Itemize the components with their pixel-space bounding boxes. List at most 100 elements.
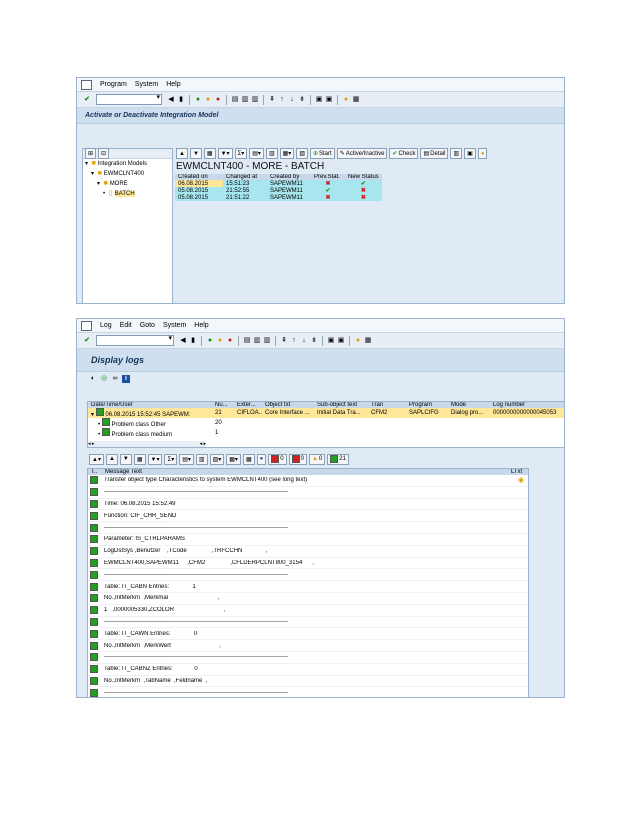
message-row[interactable]: Table: IT_CABN Entries: 1 [88,581,528,593]
exit-icon[interactable]: ● [216,337,224,345]
message-row[interactable]: No.,IntMerkm ,TabName ,Feldname , [88,676,528,688]
problem-class-row[interactable]: • Problem class Other 20 [88,418,564,428]
success-filter-button[interactable]: 21 [327,453,349,465]
message-row[interactable]: ----------------------------------------… [88,487,528,499]
check-button[interactable]: ✔ Check [389,148,419,159]
mt-icon-1[interactable]: ▲▾ [89,453,104,465]
prev-page-icon[interactable]: ↑ [278,96,286,104]
stop-filter-button[interactable]: 0 [288,453,307,465]
table-row[interactable]: 06.08.2015 15:51:23 SAPEWM11 ✖ ✔ [175,180,382,187]
cancel-icon[interactable]: ● [214,96,222,104]
find-icon[interactable]: ▥ [241,96,249,104]
find-icon[interactable]: ▥ [253,337,261,345]
tb-icon-7[interactable]: ▥ [265,148,278,159]
save-icon[interactable]: ◀ [167,96,175,104]
red-filter-button[interactable]: 0 [268,453,287,465]
back-icon[interactable]: ▮ [177,96,185,104]
menu-system[interactable]: System [163,322,186,329]
mt-icon-5[interactable]: ▼▾ [147,453,163,465]
mt-icon-9[interactable]: ▧▾ [209,453,225,465]
message-row[interactable]: ----------------------------------------… [88,687,528,697]
active-inactive-button[interactable]: ✎ Active/Inactive [336,148,388,159]
layout-icon[interactable]: ▦ [352,96,360,104]
detail-button[interactable]: ▤ Detail [420,148,449,159]
first-page-icon[interactable]: ⇞ [268,96,276,104]
message-row[interactable]: EWMCLNT400,SAPEWM11 ,CFM2 ,CFLDERPCLNT80… [88,558,528,570]
layout-icon[interactable]: ▦ [364,337,372,345]
tb-icon-4[interactable]: ▼▾ [217,148,233,159]
message-row[interactable]: 1 ,0000005330,ZCOLOR , [88,605,528,617]
message-row[interactable]: No.,IntMerkm ,Merkmal , [88,593,528,605]
mt-icon-2[interactable]: ▲ [105,453,118,465]
shortcut-icon[interactable]: ▣ [325,96,333,104]
tb-icon-3[interactable]: ▦ [203,148,216,159]
back-icon[interactable]: ▮ [189,337,197,345]
message-row[interactable]: Table: IT_CABNZ Entries: 0 [88,664,528,676]
mt-icon-11[interactable]: ▦ [242,453,255,465]
message-row[interactable]: No.,IntMerkm ,MerkWert , [88,640,528,652]
sap-menu-icon[interactable] [81,79,92,90]
message-row[interactable]: ----------------------------------------… [88,522,528,534]
command-field[interactable] [96,93,162,105]
mt-icon-10[interactable]: ▦▾ [226,453,241,465]
warning-filter-button[interactable]: ▲ 0 [308,453,326,465]
tb-icon-1[interactable]: ▲ [176,148,188,159]
tb-icon-8[interactable]: ▦▾ [279,148,295,159]
message-row[interactable]: Transfer object type Characteristics to … [88,475,528,487]
tb-icon-2[interactable]: ▼ [189,148,202,159]
enter-check-icon[interactable]: ✔ [83,337,91,345]
menu-program[interactable]: Program [100,81,127,88]
next-page-icon[interactable]: ↓ [288,96,296,104]
message-row[interactable]: Table: IT_CAWN Entries: 0 [88,628,528,641]
tb-icon-10[interactable]: ▥ [450,148,463,159]
tree-node-ewmclnt400[interactable]: ▾ ■ EWMCLNT400 [83,169,173,179]
tree-node-more[interactable]: ▾ ■ MORE [83,179,173,189]
message-row[interactable]: LogDstSys ,Benutzer ,TCode ,TRFCCHN , [88,546,528,558]
next-page-icon[interactable]: ↓ [300,337,308,345]
message-row[interactable]: ----------------------------------------… [88,652,528,664]
menu-help[interactable]: Help [166,81,180,88]
info-icon[interactable]: i [122,375,130,383]
problem-class-row[interactable]: • Problem class medium 1 [88,428,564,438]
menu-goto[interactable]: Goto [140,322,155,329]
new-session-icon[interactable]: ▣ [327,337,335,345]
tree-node-integration-models[interactable]: ▾ ■ Integration Models [83,159,173,169]
save-icon[interactable]: ◀ [179,337,187,345]
find-next-icon[interactable]: ▥ [251,96,259,104]
first-page-icon[interactable]: ⇞ [280,337,288,345]
tree-node-batch[interactable]: • ▯ BATCH [83,189,173,199]
horizontal-scrollbar[interactable]: ◂ ▸ ◂ ▸ [88,441,206,447]
message-row[interactable]: Function: CIF_CHR_SEND [88,510,528,523]
new-session-icon[interactable]: ▣ [315,96,323,104]
message-row[interactable]: ----------------------------------------… [88,617,528,629]
shortcut-icon[interactable]: ▣ [337,337,345,345]
technical-info-icon[interactable]: ◐ [89,375,97,383]
refresh-icon[interactable]: ◎ [100,375,108,383]
tree-expand-button[interactable]: ⊞ [85,148,97,159]
message-row[interactable]: Parameter: IS_CTRLPARAMS [88,534,528,546]
mt-icon-6[interactable]: Σ▾ [164,453,178,465]
mt-icon-7[interactable]: ▤▾ [179,453,194,465]
tb-icon-9[interactable]: ▧ [296,148,308,159]
tree-collapse-button[interactable]: ⊟ [98,148,110,159]
green-back-icon[interactable]: ● [194,96,202,104]
last-page-icon[interactable]: ⇟ [310,337,318,345]
tb-icon-12[interactable]: ● [477,148,488,159]
message-row[interactable]: Time: 06.08.2015 15:52:49 [88,499,528,511]
last-page-icon[interactable]: ⇟ [298,96,306,104]
long-text-icon[interactable]: ◉ [514,476,528,484]
mt-icon-12[interactable]: ● [256,453,267,465]
exit-icon[interactable]: ● [204,96,212,104]
table-row[interactable]: 05.08.2015 21:52:55 SAPEWM11 ✔ ✖ [175,187,382,194]
tb-icon-5[interactable]: Σ▾ [234,148,248,159]
table-row[interactable]: 05.08.2015 21:51:22 SAPEWM11 ✖ ✖ [175,194,382,201]
menu-edit[interactable]: Edit [120,322,132,329]
menu-help[interactable]: Help [194,322,208,329]
print-icon[interactable]: ▤ [243,337,251,345]
mt-icon-3[interactable]: ▼ [119,453,132,465]
help-icon[interactable]: ● [342,96,350,104]
menu-system[interactable]: System [135,81,158,88]
mt-icon-4[interactable]: ▦ [133,453,146,465]
print-icon[interactable]: ▤ [231,96,239,104]
mt-icon-8[interactable]: ▥ [195,453,208,465]
